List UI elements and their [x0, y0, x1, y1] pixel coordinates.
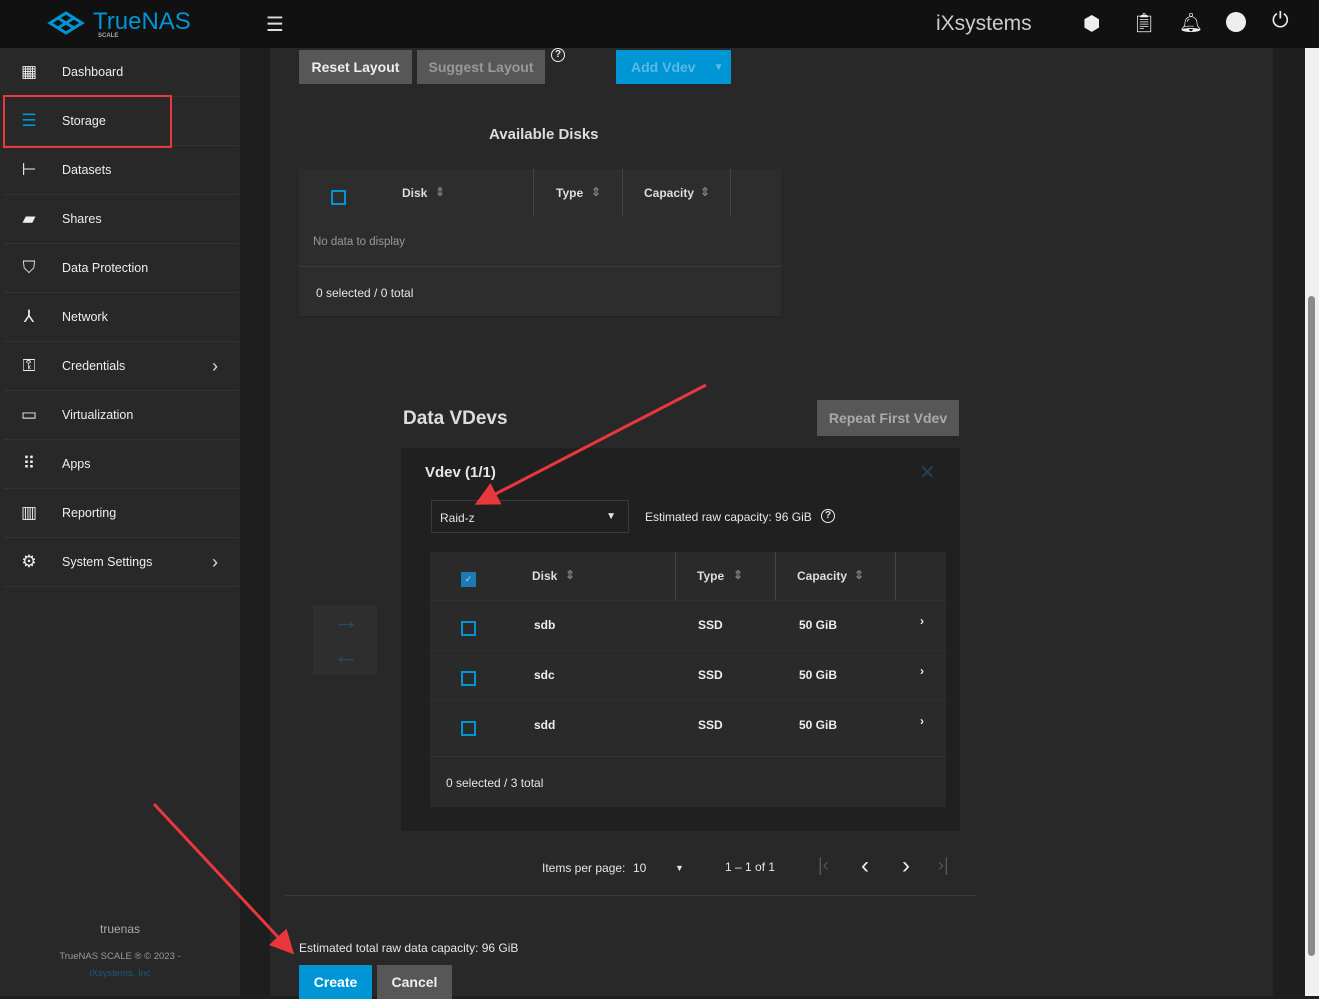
- annotation-arrow: [474, 383, 707, 505]
- annotation-arrow: [152, 802, 295, 955]
- annotation-arrows: [152, 383, 707, 955]
